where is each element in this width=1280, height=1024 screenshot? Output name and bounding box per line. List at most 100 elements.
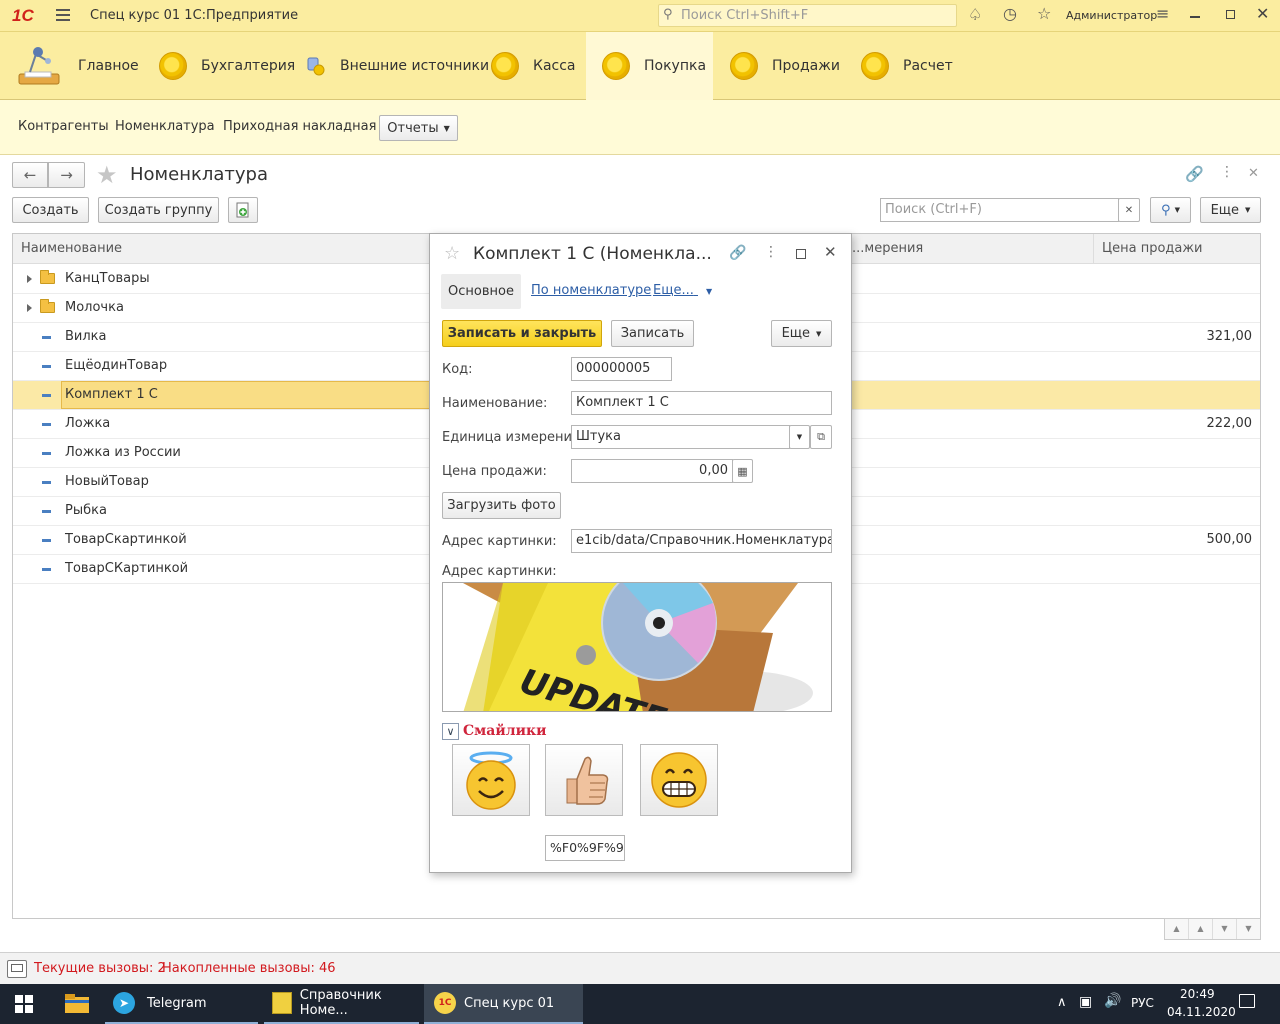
scroll-top-icon[interactable]: ▲ [1165, 919, 1189, 939]
1c-logo[interactable]: 1С [12, 6, 34, 26]
language-indicator[interactable]: РУС [1131, 996, 1154, 1010]
start-button[interactable] [0, 984, 48, 1024]
expand-arrow-icon[interactable] [27, 275, 32, 283]
performance-icon[interactable] [7, 960, 27, 978]
search-options-button[interactable]: ⚲ ▼ [1150, 197, 1191, 223]
scroll-up-icon[interactable]: ▲ [1189, 919, 1213, 939]
nav-link-nomenclature[interactable]: Номенклатура [115, 119, 215, 134]
forward-button[interactable]: → [48, 162, 85, 188]
tray-chevron-icon[interactable]: ∧ [1057, 995, 1067, 1010]
notifications-icon[interactable] [1239, 994, 1255, 1008]
more-dots-icon[interactable]: ⋮ [1220, 165, 1234, 179]
dialog-link-icon[interactable]: 🔗 [729, 245, 746, 261]
dialog-favorite-star-icon[interactable]: ☆ [444, 243, 460, 264]
column-header-price[interactable]: Цена продажи [1094, 234, 1260, 264]
tab-by-nomenclature[interactable]: По номенклатуре [531, 283, 651, 298]
menu-icon[interactable] [56, 9, 70, 21]
arrow-right-icon: → [60, 166, 73, 184]
name-field[interactable]: Комплект 1 С [571, 391, 832, 415]
close-form-icon[interactable]: ✕ [1248, 166, 1259, 181]
user-name[interactable]: Администратор [1066, 9, 1157, 22]
nav-link-incoming-invoice[interactable]: Приходная накладная [223, 119, 376, 134]
dropdown-arrow-icon: ▼ [1174, 206, 1180, 214]
section-external-sources[interactable]: Внешние источники [290, 32, 505, 100]
taskbar-telegram[interactable]: ➤ Telegram [105, 984, 258, 1024]
smiley-thumbs-up-button[interactable] [545, 744, 623, 816]
unit-field[interactable]: Штука [571, 425, 790, 449]
favorites-star-icon[interactable]: ☆ [1037, 6, 1051, 22]
tab-more[interactable]: Еще... ▼ [653, 283, 712, 298]
section-label: Бухгалтерия [201, 58, 296, 74]
item-icon [42, 423, 51, 426]
unit-open-button[interactable]: ⧉ [810, 425, 832, 449]
row-name: НовыйТовар [65, 474, 149, 489]
create-group-button[interactable]: Создать группу [98, 197, 219, 223]
dialog-close-icon[interactable]: ✕ [824, 243, 837, 261]
more-button[interactable]: Еще ▼ [1200, 197, 1261, 223]
taskbar-1c-app[interactable]: 1С Спец курс 01 [424, 984, 583, 1024]
minimize-button[interactable] [1190, 16, 1200, 18]
section-cash[interactable]: Касса [475, 32, 592, 100]
file-explorer-button[interactable] [56, 984, 98, 1024]
clear-search-button[interactable]: ✕ [1118, 198, 1140, 222]
network-icon[interactable]: ▣ [1079, 994, 1092, 1010]
calculator-button[interactable]: ▦ [732, 459, 753, 483]
name-label: Наименование: [442, 396, 548, 411]
restore-button[interactable] [1226, 10, 1235, 19]
dialog-maximize-icon[interactable] [796, 249, 806, 259]
tab-more-label: Еще... [653, 283, 694, 298]
smileys-group-title: Смайлики [463, 723, 547, 739]
reports-button[interactable]: Отчеты ▼ [379, 115, 458, 141]
close-window-button[interactable]: ✕ [1256, 4, 1269, 23]
copy-button[interactable] [228, 197, 258, 223]
clock-time[interactable]: 20:49 [1180, 987, 1215, 1001]
code-field[interactable]: 000000005 [571, 357, 672, 381]
save-button[interactable]: Записать [611, 320, 694, 347]
section-sales[interactable]: Продажи [714, 32, 856, 100]
back-button[interactable]: ← [12, 162, 48, 188]
expand-arrow-icon[interactable] [27, 304, 32, 312]
upload-photo-button[interactable]: Загрузить фото [442, 492, 561, 519]
price-field[interactable]: 0,00 [571, 459, 733, 483]
section-main[interactable]: Главное [0, 32, 155, 100]
history-icon[interactable]: ◷ [1003, 6, 1017, 22]
save-and-close-button[interactable]: Записать и закрыть [442, 320, 602, 347]
settings-lines-icon[interactable]: ≡ [1156, 6, 1169, 22]
taskbar-reference[interactable]: Справочник Номе... [264, 984, 419, 1024]
row-name: Комплект 1 С [65, 387, 158, 402]
unit-dropdown-button[interactable]: ▼ [789, 425, 810, 449]
smileys-collapse-icon[interactable]: ∨ [442, 723, 459, 740]
column-header-name[interactable]: Наименование [13, 234, 431, 264]
create-button[interactable]: Создать [12, 197, 89, 223]
item-icon [42, 336, 51, 339]
section-purchase[interactable]: Покупка [586, 32, 713, 100]
row-name: Ложка [65, 416, 111, 431]
unit-label: Единица измерения: [442, 430, 585, 445]
nav-link-counterparties[interactable]: Контрагенты [18, 119, 109, 134]
coin-icon [730, 52, 758, 80]
product-image[interactable]: UPDATE [442, 582, 832, 712]
dialog-more-dots-icon[interactable]: ⋮ [764, 245, 778, 259]
dialog-more-button[interactable]: Еще ▼ [771, 320, 832, 347]
scroll-down-icon[interactable]: ▼ [1213, 919, 1237, 939]
link-icon[interactable]: 🔗 [1185, 165, 1204, 183]
save-and-close-label: Записать и закрыть [447, 326, 597, 341]
favorite-star-icon[interactable]: ★ [96, 161, 118, 189]
smiley-code-field[interactable]: %F0%9F%9 [545, 835, 625, 861]
list-search-input[interactable]: Поиск (Ctrl+F) [880, 198, 1119, 222]
smiley-angel-button[interactable] [452, 744, 530, 816]
section-accounting[interactable]: Бухгалтерия [143, 32, 311, 100]
section-calculation[interactable]: Расчет [845, 32, 969, 100]
volume-icon[interactable]: 🔊 [1104, 993, 1121, 1009]
image-address-field[interactable]: e1cib/data/Справочник.Номенклатура.Данн [571, 529, 832, 553]
clock-date[interactable]: 04.11.2020 [1167, 1005, 1236, 1019]
global-search-input[interactable]: ⚲ Поиск Ctrl+Shift+F [658, 4, 957, 27]
column-header-unit[interactable]: ...мерения [844, 234, 1094, 264]
scroll-bottom-icon[interactable]: ▼ [1237, 919, 1260, 939]
tab-main[interactable]: Основное [441, 274, 521, 309]
thumbs-up-icon [566, 756, 609, 805]
global-search-placeholder: Поиск Ctrl+Shift+F [681, 8, 809, 23]
item-icon [42, 394, 51, 397]
smiley-grin-button[interactable] [640, 744, 718, 816]
bell-icon[interactable]: ♤ [968, 7, 982, 23]
